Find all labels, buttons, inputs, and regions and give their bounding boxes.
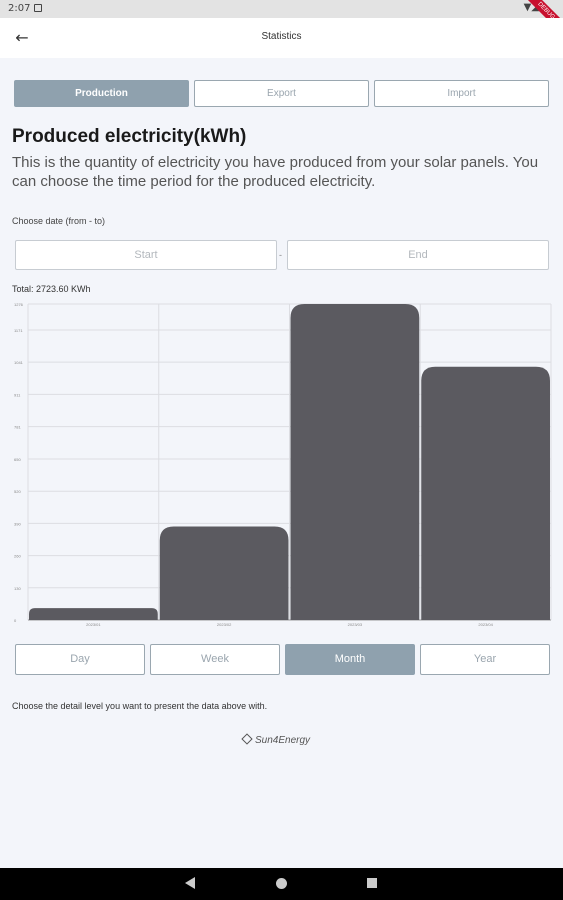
- end-date-field[interactable]: End: [287, 240, 549, 270]
- section-description: This is the quantity of electricity you …: [12, 154, 539, 190]
- total-label: Total: 2723.60 KWh: [12, 284, 91, 294]
- y-tick-label: 390: [14, 521, 21, 526]
- page-title: Statistics: [261, 31, 302, 42]
- y-tick-label: 0: [14, 618, 17, 623]
- start-date-field[interactable]: Start: [15, 240, 277, 270]
- section-heading: Produced electricity(kWh): [12, 126, 247, 147]
- status-time: 2:07: [8, 3, 31, 14]
- tab-import[interactable]: Import: [374, 80, 549, 107]
- y-tick-label: 911: [14, 392, 21, 397]
- detail-year-button[interactable]: Year: [420, 644, 550, 675]
- chart-bar: [290, 304, 420, 620]
- y-tick-label: 1041: [14, 360, 24, 365]
- nav-home-icon[interactable]: [276, 878, 287, 889]
- logo-icon: [241, 733, 253, 745]
- detail-hint: Choose the detail level you want to pres…: [12, 701, 268, 711]
- y-tick-label: 260: [14, 554, 21, 559]
- date-separator: -: [279, 250, 282, 260]
- x-tick-label: 2023/04: [478, 622, 493, 627]
- detail-week-button[interactable]: Week: [150, 644, 280, 675]
- system-nav-bar: [0, 868, 563, 900]
- y-tick-label: 781: [14, 425, 21, 430]
- y-tick-label: 130: [14, 586, 21, 591]
- logo-text: Sun4Energy: [255, 735, 311, 746]
- nav-recents-icon[interactable]: [367, 878, 377, 888]
- chart-bar: [29, 608, 158, 620]
- detail-month-button[interactable]: Month: [285, 644, 415, 675]
- x-tick-label: 2023/02: [217, 622, 232, 627]
- tab-export[interactable]: Export: [194, 80, 369, 107]
- tab-production[interactable]: Production: [14, 80, 189, 107]
- notification-icon: [34, 4, 42, 12]
- detail-day-button[interactable]: Day: [15, 644, 145, 675]
- app-bar: ← Statistics: [0, 18, 563, 58]
- y-tick-label: 650: [14, 457, 21, 462]
- y-tick-label: 520: [14, 489, 21, 494]
- chart-svg: 0 130 260 390 520 650 781 911 1041 1171 1276 2023/0…: [14, 302, 552, 627]
- nav-back-icon[interactable]: [185, 877, 195, 889]
- x-tick-label: 2023/03: [348, 622, 363, 627]
- y-tick-label: 1171: [14, 328, 23, 333]
- chart-bar: [159, 526, 289, 620]
- status-bar: 2:07 ▼◢ DEBUG: [0, 0, 563, 40]
- y-tick-label: 1276: [14, 302, 24, 307]
- date-range-label: Choose date (from - to): [12, 216, 106, 226]
- x-tick-label: 2023/01: [86, 622, 101, 627]
- category-tabs: Production Export Import: [14, 80, 549, 107]
- brand-logo: Sun4Energy: [241, 733, 323, 749]
- chart-bar: [421, 366, 550, 620]
- production-chart: 0 130 260 390 520 650 781 911 1041 1171 1276 2023/0…: [12, 298, 552, 630]
